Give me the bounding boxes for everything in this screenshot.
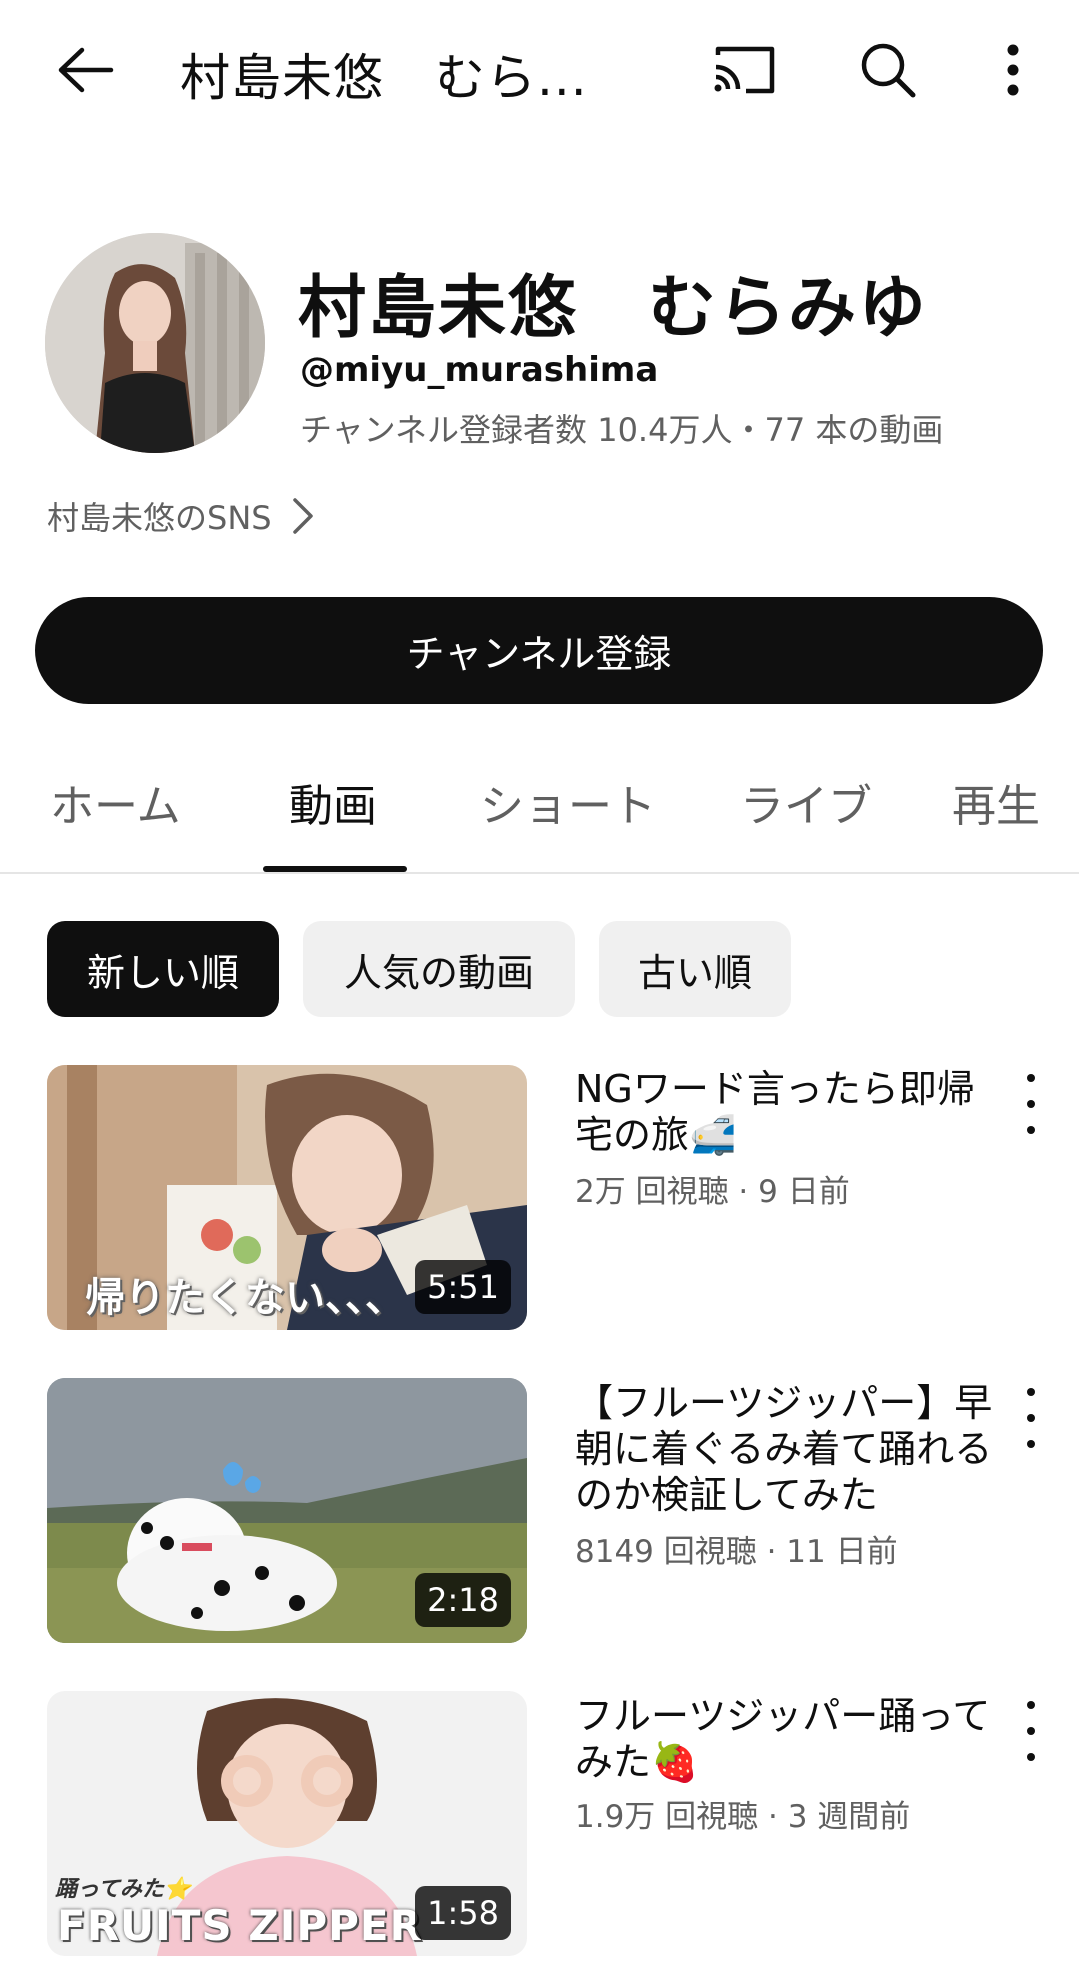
- tab-home[interactable]: ホーム: [50, 770, 181, 834]
- more-vert-icon: [1027, 1074, 1035, 1082]
- active-tab-indicator: [263, 866, 407, 872]
- video-thumbnail[interactable]: 2:18: [47, 1378, 527, 1643]
- top-app-bar: 村島未悠 むら...: [0, 0, 1079, 140]
- channel-tabs: ホーム 動画 ショート ライブ 再生: [0, 740, 1079, 874]
- thumbnail-caption: FRUITS ZIPPER: [57, 1901, 423, 1950]
- sns-link-label: 村島未悠のSNS: [47, 499, 272, 537]
- video-meta: 1.9万 回視聴 · 3 週間前: [575, 1799, 911, 1835]
- sns-link[interactable]: 村島未悠のSNS: [47, 493, 314, 539]
- thumbnail-caption: 帰りたくない、、、: [85, 1275, 405, 1321]
- cast-button[interactable]: [700, 30, 790, 110]
- thumbnail-caption-small: 踊ってみた⭐: [55, 1877, 192, 1902]
- top-title: 村島未悠 むら...: [180, 49, 588, 107]
- tab-shorts[interactable]: ショート: [480, 770, 656, 834]
- arrow-left-icon: [58, 47, 114, 93]
- video-more-button[interactable]: [1018, 1388, 1044, 1448]
- video-title[interactable]: 【フルーツジッパー】早朝に着ぐるみ着て踊れるのか検証してみた: [575, 1380, 995, 1518]
- chip-oldest[interactable]: 古い順: [599, 921, 791, 1017]
- video-duration: 1:58: [415, 1886, 511, 1940]
- more-vert-icon: [1007, 44, 1018, 96]
- channel-avatar[interactable]: [45, 233, 265, 453]
- video-more-button[interactable]: [1018, 1701, 1044, 1761]
- search-icon: [861, 43, 916, 98]
- back-button[interactable]: [40, 30, 130, 110]
- channel-handle: @miyu_murashima: [300, 350, 659, 390]
- tab-playlists[interactable]: 再生: [952, 770, 1040, 834]
- cast-icon: [714, 46, 775, 94]
- more-vert-icon: [1027, 1701, 1035, 1709]
- video-meta: 8149 回視聴 · 11 日前: [575, 1534, 898, 1570]
- chip-newest[interactable]: 新しい順: [47, 921, 279, 1017]
- more-vert-icon: [1027, 1388, 1035, 1396]
- search-button[interactable]: [843, 28, 933, 112]
- chevron-right-icon: [292, 498, 313, 534]
- video-meta: 2万 回視聴 · 9 日前: [575, 1174, 850, 1210]
- subscribe-button[interactable]: チャンネル登録: [35, 597, 1043, 704]
- video-title[interactable]: フルーツジッパー踊ってみた🍓: [575, 1693, 995, 1785]
- video-thumbnail[interactable]: 踊ってみた⭐ FRUITS ZIPPER 1:58: [47, 1691, 527, 1956]
- video-duration: 2:18: [415, 1573, 511, 1627]
- video-title[interactable]: NGワード言ったら即帰宅の旅🚅: [575, 1066, 995, 1158]
- avatar-image: [45, 233, 265, 453]
- channel-name: 村島未悠 むらみゆ: [298, 269, 929, 348]
- more-options-button[interactable]: [985, 30, 1040, 110]
- video-more-button[interactable]: [1018, 1074, 1044, 1134]
- channel-stats: チャンネル登録者数 10.4万人・77 本の動画: [300, 411, 944, 449]
- video-duration: 5:51: [415, 1260, 511, 1314]
- tab-live[interactable]: ライブ: [740, 770, 872, 834]
- video-thumbnail[interactable]: 帰りたくない、、、 5:51: [47, 1065, 527, 1330]
- chip-popular[interactable]: 人気の動画: [303, 921, 575, 1017]
- tab-videos[interactable]: 動画: [289, 770, 377, 834]
